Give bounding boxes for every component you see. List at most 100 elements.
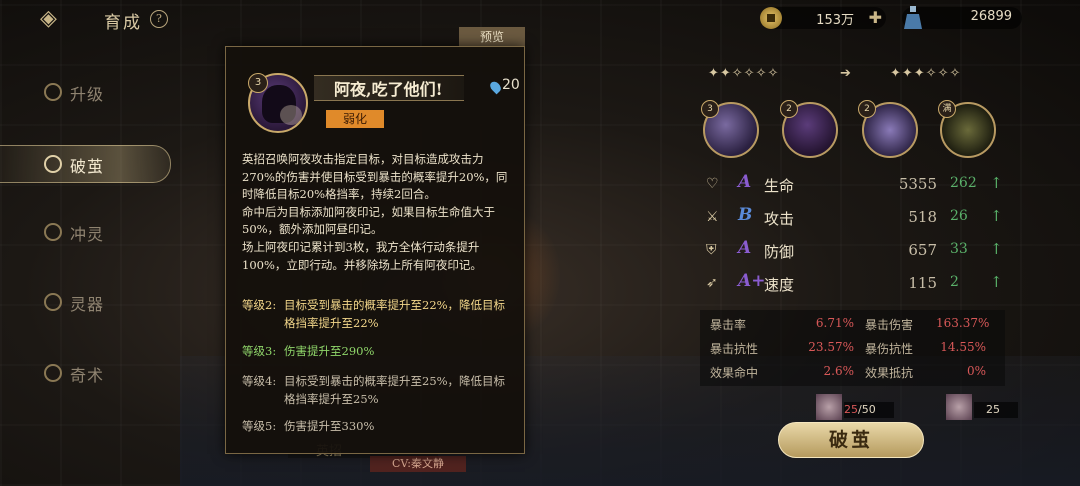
stat-increase: 26 [950, 208, 968, 224]
potion-currency: 26899 [902, 6, 1022, 29]
level-2-entry: 等级2: 目标受到暴击的概率提升至22%，降低目标格挡率提升至22% [242, 297, 514, 332]
arrow-up-icon: ↑ [990, 207, 1003, 225]
stat-row-hp: ♡ A 生命 5355 262 ↑ [700, 170, 1005, 198]
skill-portrait-highlight [280, 105, 302, 125]
level-5-entry: 等级5: 伤害提升至330% [242, 418, 514, 436]
arrow-up-icon: ↑ [990, 240, 1003, 258]
card-badge: 2 [780, 100, 798, 118]
energy-icon [488, 79, 503, 95]
stat-grade: A [738, 238, 752, 258]
stat-increase: 33 [950, 241, 968, 257]
sec-stat-name: 暴击伤害 [865, 318, 914, 332]
material-portrait-1[interactable] [816, 394, 842, 420]
stat-value: 115 [908, 274, 937, 292]
next-stars: ✦✦✦✧✧✧ [890, 66, 962, 81]
sidebar-item-label: 奇术 [70, 366, 105, 385]
back-icon[interactable]: ◈ [40, 7, 94, 31]
material-portrait-2[interactable] [946, 394, 972, 420]
current-stars: ✦✦✧✧✧✧ [708, 66, 780, 81]
stat-name: 防御 [764, 243, 795, 261]
sword-icon: ⚔ [706, 209, 719, 225]
sidebar-item-awaken[interactable]: 冲灵 [0, 214, 170, 250]
level-text: 伤害提升至330% [284, 419, 375, 433]
sidebar-item-upgrade[interactable]: 升级 [0, 74, 170, 110]
stat-increase: 262 [950, 175, 977, 191]
sec-stat-value: 0% [966, 364, 986, 378]
artifact-icon [44, 293, 62, 311]
stat-grade: A+ [738, 271, 766, 291]
sidebar-item-break[interactable]: 破茧 [0, 145, 171, 183]
sidebar-item-label: 冲灵 [70, 225, 105, 244]
sec-stat-name: 暴击率 [710, 318, 747, 332]
sec-stat-value: 163.37% [936, 316, 990, 330]
add-gold-icon[interactable]: ✚ [869, 9, 882, 27]
material-count-2: 25 [974, 402, 1018, 418]
stat-row-speed: ➶ A+ 速度 115 2 ↑ [700, 269, 1005, 297]
stat-row-attack: ⚔ B 攻击 518 26 ↑ [700, 203, 1005, 231]
sec-stat-name: 暴伤抗性 [865, 342, 914, 356]
top-bar: ◈ 育成 ? 153万 ✚ 26899 [0, 0, 1080, 38]
break-button[interactable]: 破茧 [778, 422, 924, 458]
skill-name: 阿夜,吃了他们! [334, 80, 443, 99]
heart-icon: ♡ [706, 176, 719, 192]
level-4-entry: 等级4: 目标受到暴击的概率提升至25%，降低目标格挡率提升至25% [242, 373, 514, 408]
preview-tag: 预览 [459, 27, 525, 47]
sidebar-item-artifact[interactable]: 灵器 [0, 284, 170, 320]
sidebar-item-label: 升级 [70, 85, 105, 104]
level-text: 目标受到暴击的概率提升至22%，降低目标格挡率提升至22% [284, 298, 506, 330]
stat-grade: B [738, 205, 753, 225]
stat-increase: 2 [950, 274, 959, 290]
level-key: 等级3: [242, 344, 277, 358]
stat-value: 657 [908, 241, 937, 259]
description-line: 英招召唤阿夜攻击指定目标，对目标造成攻击力270%的伤害并使目标受到暴击的概率提… [242, 152, 508, 202]
upgrade-icon [44, 83, 62, 101]
skill-cost: 20 [502, 77, 520, 93]
sec-stat-value: 23.57% [808, 340, 854, 354]
stat-value: 5355 [898, 175, 937, 193]
skill-tooltip: 3 阿夜,吃了他们! 20 弱化 英招召唤阿夜攻击指定目标，对目标造成攻击力27… [225, 46, 525, 454]
material-have: 25 [986, 403, 1000, 416]
description-line: 场上阿夜印记累计到3枚，我方全体行动条提升100%，立即行动。并移除场上所有阿夜… [242, 239, 482, 272]
sec-stat-value: 14.55% [940, 340, 986, 354]
gold-currency: 153万 ✚ [760, 7, 886, 29]
card-badge: 2 [858, 100, 876, 118]
material-need: /50 [858, 403, 876, 416]
stat-grade: A [738, 172, 752, 192]
arrow-up-icon: ↑ [990, 273, 1003, 291]
technique-icon [44, 364, 62, 382]
break-icon [44, 155, 62, 173]
card-badge: 满 [938, 100, 956, 118]
help-icon[interactable]: ? [150, 10, 168, 28]
level-key: 等级2: [242, 298, 277, 312]
sec-stat-value: 2.6% [823, 364, 855, 378]
stat-name: 速度 [764, 276, 795, 294]
sec-stat-value: 6.71% [815, 316, 854, 330]
sidebar-item-label: 破茧 [70, 157, 105, 176]
material-have: 25 [844, 403, 858, 416]
coin-icon [760, 7, 782, 29]
skill-level-badge: 3 [248, 73, 268, 93]
level-text: 伤害提升至290% [284, 344, 375, 358]
sidebar-item-label: 灵器 [70, 295, 105, 314]
level-key: 等级4: [242, 374, 277, 388]
stat-name: 攻击 [764, 210, 795, 228]
sidebar-item-technique[interactable]: 奇术 [0, 355, 170, 391]
arrow-right-icon: ➔ [840, 66, 852, 81]
stat-row-defense: ⛨ A 防御 657 33 ↑ [700, 236, 1005, 264]
skill-tag: 弱化 [326, 110, 384, 128]
boot-icon: ➶ [706, 275, 718, 291]
awaken-icon [44, 223, 62, 241]
sec-stat-name: 效果命中 [710, 366, 759, 380]
skill-description: 英招召唤阿夜攻击指定目标，对目标造成攻击力270%的伤害并使目标受到暴击的概率提… [242, 151, 514, 274]
sec-stat-name: 暴击抗性 [710, 342, 759, 356]
stat-name: 生命 [764, 177, 795, 195]
level-3-entry: 等级3: 伤害提升至290% [242, 343, 514, 361]
card-badge: 3 [701, 100, 719, 118]
potion-value: 26899 [970, 9, 1012, 24]
gold-value: 153万 [816, 13, 854, 28]
cv-label: CV:秦文静 [370, 456, 466, 472]
shield-icon: ⛨ [706, 242, 717, 258]
arrow-up-icon: ↑ [990, 174, 1003, 192]
level-text: 目标受到暴击的概率提升至25%，降低目标格挡率提升至25% [284, 374, 506, 406]
page-title: 育成 [104, 13, 142, 33]
